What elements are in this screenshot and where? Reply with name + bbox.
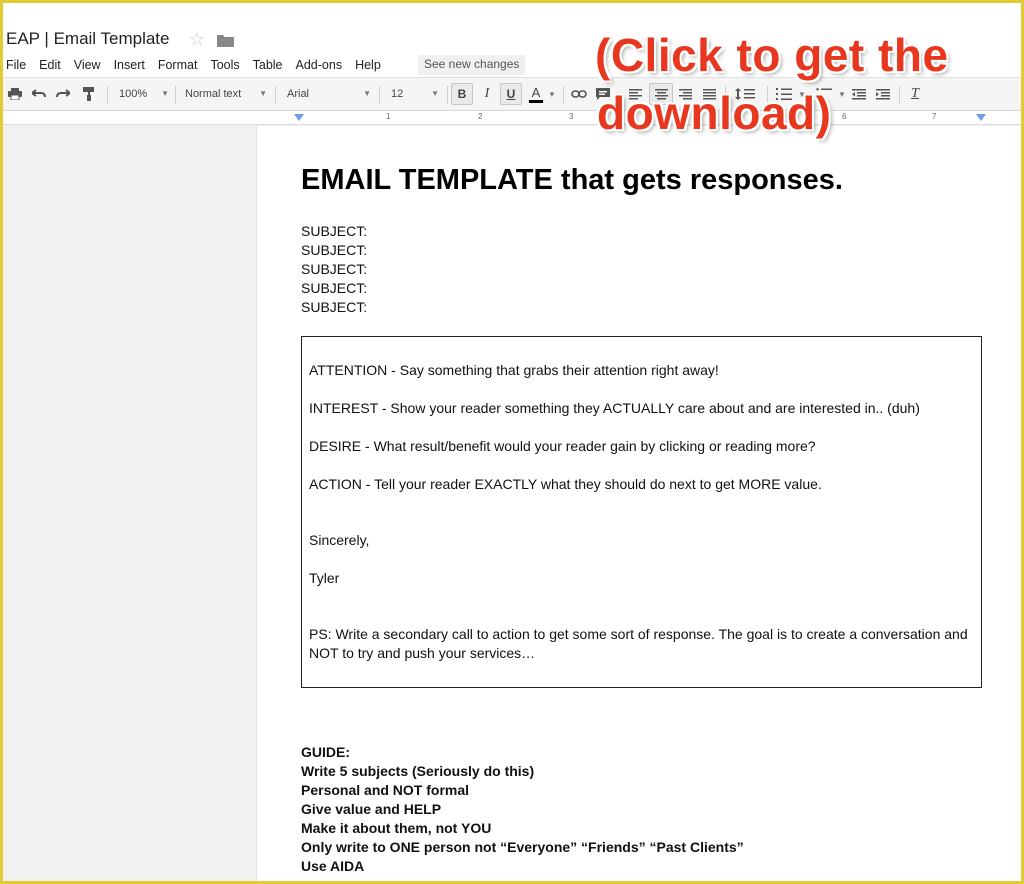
menu-bar: File Edit View Insert Format Tools Table…: [6, 57, 394, 75]
chevron-down-icon[interactable]: ▼: [547, 83, 557, 105]
subject-line: SUBJECT:: [301, 223, 368, 239]
menu-add-ons[interactable]: Add-ons: [296, 57, 343, 75]
folder-icon[interactable]: [217, 34, 234, 47]
cta-line-2: download): [597, 87, 832, 139]
subject-line: SUBJECT:: [301, 280, 368, 296]
subject-line: SUBJECT:: [301, 261, 368, 277]
menu-format[interactable]: Format: [158, 57, 198, 75]
zoom-select[interactable]: 100% ▼: [115, 83, 173, 105]
text-color-button[interactable]: A: [525, 83, 547, 105]
left-indent-marker[interactable]: [294, 114, 304, 121]
guide-item: Only write to ONE person not “Everyone” …: [301, 839, 744, 855]
interest-line: INTEREST - Show your reader something th…: [309, 400, 920, 416]
guide-item: Personal and NOT formal: [301, 782, 470, 798]
toolbar-separator: [447, 86, 448, 104]
menu-insert[interactable]: Insert: [114, 57, 145, 75]
font-size-select[interactable]: 12 ▼: [387, 83, 443, 105]
subject-line: SUBJECT:: [301, 299, 368, 315]
star-icon[interactable]: ☆: [189, 29, 205, 50]
menu-view[interactable]: View: [74, 57, 101, 75]
toolbar-separator: [275, 86, 276, 104]
download-call-to-action[interactable]: (Click to get the download): [595, 26, 975, 142]
subject-list: SUBJECT: SUBJECT: SUBJECT: SUBJECT: SUBJ…: [301, 222, 367, 317]
toolbar-separator: [175, 86, 176, 104]
bold-button[interactable]: B: [451, 83, 473, 105]
toolbar-separator: [563, 86, 564, 104]
guide-list: GUIDE: Write 5 subjects (Seriously do th…: [301, 743, 744, 876]
link-icon[interactable]: [569, 83, 589, 105]
subject-line: SUBJECT:: [301, 242, 368, 258]
sign-off: Sincerely,: [309, 532, 370, 548]
text-color-glyph: A: [531, 84, 541, 100]
guide-item: Give value and HELP: [301, 801, 442, 817]
guide-heading: GUIDE:: [301, 744, 350, 760]
desire-line: DESIRE - What result/benefit would your …: [309, 438, 816, 454]
guide-item: Write 5 subjects (Seriously do this): [301, 763, 535, 779]
font-value: Arial: [287, 88, 310, 100]
action-line: ACTION - Tell your reader EXACTLY what t…: [309, 476, 822, 492]
postscript: PS: Write a secondary call to action to …: [309, 626, 968, 661]
document-title[interactable]: EAP | Email Template: [6, 29, 169, 49]
italic-button[interactable]: I: [477, 83, 497, 105]
email-body-box: ATTENTION - Say something that grabs the…: [301, 336, 982, 688]
right-indent-marker[interactable]: [976, 114, 986, 121]
document-page[interactable]: EMAIL TEMPLATE that gets responses. SUBJ…: [256, 126, 1021, 881]
paint-format-icon[interactable]: [79, 83, 99, 105]
chevron-down-icon: ▼: [363, 89, 371, 98]
redo-icon[interactable]: [53, 83, 73, 105]
menu-tools[interactable]: Tools: [210, 57, 239, 75]
text-color-swatch: [529, 99, 543, 103]
style-select[interactable]: Normal text ▼: [181, 83, 271, 105]
style-value: Normal text: [185, 88, 242, 100]
toolbar-separator: [379, 86, 380, 104]
chevron-down-icon: ▼: [259, 89, 267, 98]
ruler-number: 2: [478, 112, 483, 121]
see-new-changes-button[interactable]: See new changes: [418, 55, 526, 75]
print-icon[interactable]: [5, 83, 25, 105]
undo-icon[interactable]: [29, 83, 49, 105]
toolbar-separator: [107, 86, 108, 104]
signature-name: Tyler: [309, 570, 340, 586]
menu-table[interactable]: Table: [253, 57, 283, 75]
attention-line: ATTENTION - Say something that grabs the…: [309, 362, 719, 378]
menu-file[interactable]: File: [6, 57, 26, 75]
cta-line-1: (Click to get the: [595, 29, 949, 81]
chevron-down-icon: ▼: [161, 89, 169, 98]
menu-edit[interactable]: Edit: [39, 57, 61, 75]
guide-item: Use AIDA: [301, 858, 365, 874]
font-select[interactable]: Arial ▼: [283, 83, 375, 105]
chevron-down-icon: ▼: [431, 89, 439, 98]
ruler-number: 1: [386, 112, 391, 121]
zoom-value: 100%: [119, 88, 148, 100]
document-heading: EMAIL TEMPLATE that gets responses.: [301, 164, 843, 196]
menu-help[interactable]: Help: [355, 57, 381, 75]
underline-button[interactable]: U: [500, 83, 522, 105]
font-size-value: 12: [391, 88, 404, 100]
ruler-number: 3: [569, 112, 574, 121]
guide-item: Make it about them, not YOU: [301, 820, 492, 836]
